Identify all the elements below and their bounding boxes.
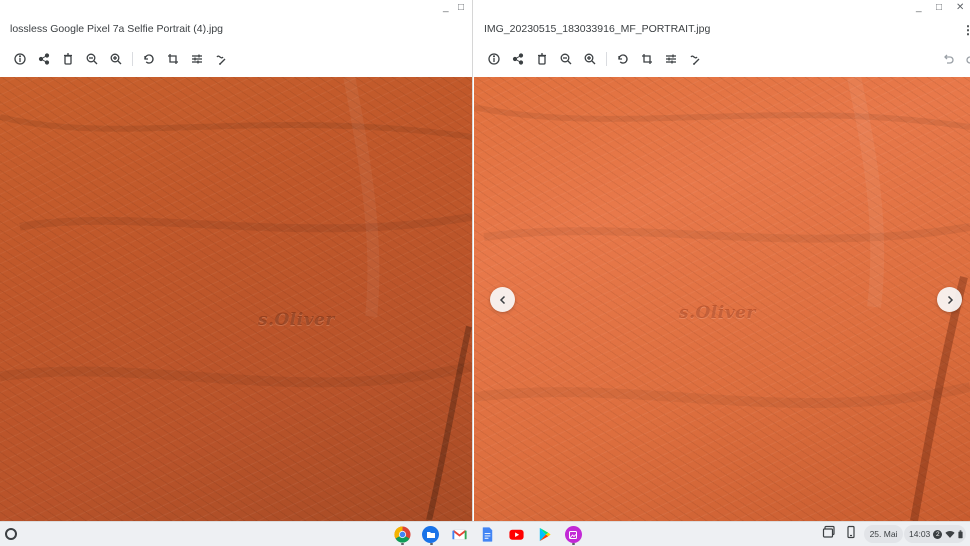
youtube-app[interactable]	[502, 524, 531, 545]
holding-space-icon[interactable]	[822, 525, 836, 539]
right-history-controls	[936, 50, 970, 68]
left-photo: s.Oliver	[0, 77, 472, 521]
gallery-app[interactable]	[559, 524, 588, 545]
left-info-icon[interactable]	[8, 50, 32, 68]
right-toolbar	[482, 50, 707, 68]
docs-app[interactable]	[474, 524, 503, 545]
right-toolbar-divider	[606, 52, 607, 66]
left-share-icon[interactable]	[32, 50, 56, 68]
right-photo: s.Oliver	[474, 77, 970, 521]
right-delete-icon[interactable]	[530, 50, 554, 68]
gmail-app[interactable]	[445, 524, 474, 545]
left-zoom-in-icon[interactable]	[104, 50, 128, 68]
left-minimize-button[interactable]: _	[443, 3, 449, 13]
left-crop-icon[interactable]	[161, 50, 185, 68]
right-zoom-out-icon[interactable]	[554, 50, 578, 68]
left-image-viewer-window: lossless Google Pixel 7a Selfie Portrait…	[0, 0, 473, 521]
clock: 14:03	[909, 529, 931, 539]
shelf: 25. Mai 14:03 2	[0, 521, 970, 546]
right-photo-folds	[474, 77, 970, 521]
right-share-icon[interactable]	[506, 50, 530, 68]
right-adjust-icon[interactable]	[659, 50, 683, 68]
right-window-title: IMG_20230515_183033916_MF_PORTRAIT.jpg	[484, 23, 711, 35]
gallery-running-indicator	[572, 543, 575, 545]
status-area[interactable]: 14:03 2	[904, 525, 966, 543]
right-redo-icon[interactable]	[960, 50, 970, 68]
right-maximize-button[interactable]: □	[936, 3, 942, 13]
left-adjust-icon[interactable]	[185, 50, 209, 68]
chrome-app[interactable]	[388, 524, 417, 545]
right-more-options-icon[interactable]: ⋮	[962, 24, 970, 36]
left-toolbar	[8, 50, 233, 68]
date-indicator[interactable]: 25. Mai	[864, 525, 903, 543]
files-running-indicator	[429, 543, 433, 545]
notification-counter: 2	[933, 529, 943, 539]
right-minimize-button[interactable]: _	[916, 3, 922, 13]
left-shirt-logo: s.Oliver	[258, 310, 335, 330]
left-maximize-button[interactable]: □	[458, 3, 464, 13]
chevron-left-icon	[499, 295, 505, 304]
play-store-icon	[540, 527, 551, 542]
right-rotate-icon[interactable]	[611, 50, 635, 68]
files-app[interactable]	[417, 524, 446, 545]
left-window-title: lossless Google Pixel 7a Selfie Portrait…	[10, 23, 224, 35]
left-delete-icon[interactable]	[56, 50, 80, 68]
chevron-right-icon	[947, 295, 953, 304]
gmail-icon	[452, 529, 467, 540]
right-close-button[interactable]: ✕	[956, 3, 964, 13]
pinned-apps	[388, 524, 588, 545]
left-toolbar-divider	[132, 52, 133, 66]
previous-image-button[interactable]	[490, 287, 515, 312]
chrome-icon	[394, 526, 411, 543]
left-more-options-icon[interactable]: ⋮	[470, 24, 472, 36]
chrome-running-indicator	[401, 543, 404, 545]
play-store-app[interactable]	[531, 524, 560, 545]
gallery-icon	[564, 526, 582, 543]
battery-icon	[958, 529, 963, 538]
wifi-icon	[945, 530, 955, 538]
right-shirt-logo: s.Oliver	[679, 303, 756, 323]
youtube-icon	[509, 529, 524, 540]
files-icon	[422, 526, 440, 543]
left-photo-folds	[0, 77, 472, 521]
right-image-viewer-window: IMG_20230515_183033916_MF_PORTRAIT.jpg _…	[474, 0, 970, 521]
right-crop-icon[interactable]	[635, 50, 659, 68]
docs-icon	[483, 527, 493, 542]
right-undo-icon[interactable]	[936, 50, 960, 68]
next-image-button[interactable]	[937, 287, 962, 312]
left-zoom-out-icon[interactable]	[80, 50, 104, 68]
left-annotate-icon[interactable]	[209, 50, 233, 68]
phone-hub-icon[interactable]	[844, 525, 858, 539]
left-rotate-icon[interactable]	[137, 50, 161, 68]
right-annotate-icon[interactable]	[683, 50, 707, 68]
right-info-icon[interactable]	[482, 50, 506, 68]
launcher-button[interactable]	[5, 528, 17, 540]
right-zoom-in-icon[interactable]	[578, 50, 602, 68]
